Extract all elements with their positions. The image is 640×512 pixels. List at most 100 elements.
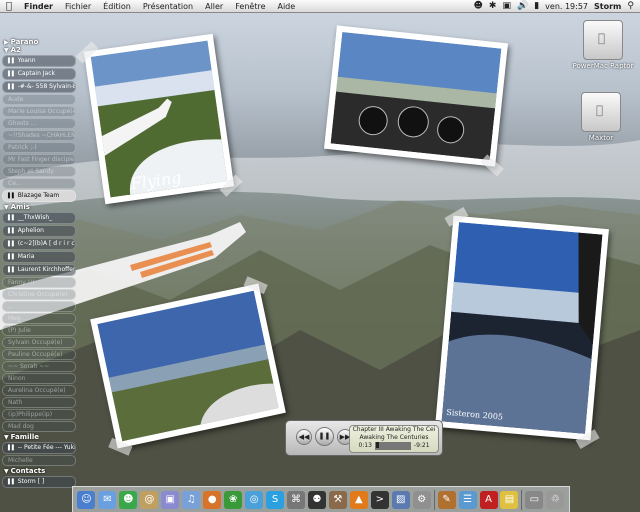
buddy-item[interactable]: ▌▌ -#-&- 558 Sylvain-B (2, 81, 76, 93)
disk-powermac-raptor[interactable]:  PowerMac Raptor (568, 20, 638, 70)
buddy-item[interactable]: ▌▌(c~2](b)A [ d r i r c [r]t] (2, 238, 76, 250)
menu-finder[interactable]: Finder (18, 2, 59, 11)
buddy-item[interactable]: Marie Louisa Occupé(e) (2, 106, 76, 117)
ichat-status-icon[interactable]: ☻ (474, 1, 483, 11)
buddy-group-header[interactable]: ▶ Parano (2, 38, 76, 46)
buddy-name: (c~2](b)A [ d r i r c [r]t] (17, 240, 75, 247)
display-icon[interactable]: ▣ (502, 1, 511, 11)
network-icon[interactable]: ⌘ (287, 490, 305, 509)
menu-presentation[interactable]: Présentation (137, 2, 199, 11)
stickies-icon[interactable]: ▤ (500, 490, 519, 509)
menu-fichier[interactable]: Fichier (59, 2, 97, 11)
buddy-item[interactable]: ~!!Shades ~CHAHLEN (2, 130, 76, 141)
firefox-icon[interactable]: ● (203, 490, 222, 509)
tool-icon[interactable]: ⚒ (328, 490, 347, 509)
buddy-item[interactable]: ▌▌ Storm [ ] (2, 476, 76, 488)
buddy-group-name: Parano (10, 38, 39, 46)
mail-icon[interactable]: ✉ (98, 490, 117, 509)
buddy-item[interactable]: ▌▌ Laurent Kirchhoffer (2, 264, 76, 276)
buddy-item[interactable]: Mad dog (2, 421, 76, 432)
photo-sisteron[interactable]: Sisteron 2005 (435, 207, 609, 449)
buddy-item[interactable]: ▌▌ Maria (2, 251, 76, 263)
buddy-group-header[interactable]: ▼ Famille (2, 433, 76, 441)
terminal-icon[interactable]: > (370, 490, 389, 509)
photo-flying[interactable]: Flying (75, 33, 243, 205)
pause-button[interactable]: ❚❚ (315, 427, 334, 446)
menu-edition[interactable]: Édition (97, 2, 137, 11)
buddy-item[interactable]: Aude (2, 94, 76, 105)
disk-icon[interactable]: ▭ (525, 490, 544, 509)
graph-icon[interactable]: ☰ (458, 490, 477, 509)
finder-icon[interactable]: ☺ (77, 490, 96, 509)
volume-icon[interactable]: 🔊 (517, 1, 528, 11)
buddy-item[interactable]: ▌▌ __ThxWish_ (2, 212, 76, 224)
buddy-item[interactable]: Ghosts ... (2, 118, 76, 129)
buddy-item[interactable]: Meg ... (2, 313, 76, 324)
buddy-item[interactable]: ▌▌ Blazage Team (2, 190, 76, 202)
itunes-lcd: Chapter III Awaking The Cei Awaking The … (349, 425, 439, 453)
buddy-item[interactable]: Christine Occupé(e) (2, 289, 76, 300)
preview-icon[interactable]: ▣ (161, 490, 180, 509)
buddy-group-header[interactable]: ▼ Amis (2, 203, 76, 211)
buddy-name: (P) Julie (8, 327, 31, 334)
buddy-item[interactable]: Aurelina Occupé(e) (2, 385, 76, 396)
vlc-icon[interactable]: ▲ (349, 490, 368, 509)
menu-fenetre[interactable]: Fenêtre (229, 2, 271, 11)
buddy-item[interactable]: Pauline Occupé(e) (2, 349, 76, 360)
buddy-item[interactable]: ~~ Sorah ~~ (2, 361, 76, 372)
buddy-item[interactable]: Ce... (2, 178, 76, 189)
buddy-item[interactable]: Steph et Sandy (2, 166, 76, 177)
buddy-item[interactable]: (ip)Philippe(ip) (2, 409, 76, 420)
apple-menu-icon[interactable]:  (0, 1, 18, 12)
menu-extras: ☻ ✱ ▣ 🔊 ▮ ven. 19:57 Storm ⚲ (474, 1, 640, 11)
itunes-progress-bar[interactable] (374, 442, 411, 450)
adium-icon[interactable]: ❀ (224, 490, 243, 509)
buddy-item[interactable]: ▌▌ Aphelion (2, 225, 76, 237)
acrobat-icon[interactable]: A (479, 490, 498, 509)
disk-maxtor[interactable]:  Maxtor (566, 92, 636, 142)
script-icon[interactable]: ✎ (437, 490, 456, 509)
buddy-item[interactable]: ▌▌ Captain Jack (2, 68, 76, 80)
previous-track-button[interactable]: ◀◀ (296, 429, 312, 445)
tux-icon[interactable]: ⚉ (307, 490, 326, 509)
buddy-name: Aurelina Occupé(e) (8, 387, 66, 394)
menu-clock[interactable]: ven. 19:57 (545, 2, 588, 11)
buddy-item[interactable]: Nath (2, 397, 76, 408)
buddy-group-header[interactable]: ▼ A2 (2, 46, 76, 54)
itunes-icon[interactable]: ♫ (182, 490, 201, 509)
itunes-progress-knob[interactable] (375, 442, 379, 448)
safari-icon[interactable]: ◎ (245, 490, 264, 509)
trash-icon[interactable]: ♲ (546, 490, 565, 509)
disclosure-triangle-icon[interactable]: ▼ (4, 434, 9, 441)
menu-user[interactable]: Storm (594, 2, 621, 11)
photo-icon[interactable]: ▨ (391, 490, 410, 509)
automator-icon[interactable]: ⚙ (412, 490, 431, 509)
bluetooth-icon[interactable]: ✱ (489, 1, 497, 11)
addressbook-icon[interactable]: @ (140, 490, 159, 509)
disclosure-triangle-icon[interactable]: ▼ (4, 204, 9, 211)
skype-icon[interactable]: S (266, 490, 285, 509)
buddy-item[interactable]: Ninon (2, 373, 76, 384)
buddy-group-header[interactable]: ▼ Contacts (2, 467, 76, 475)
buddy-item[interactable]: (P) Julie (2, 325, 76, 336)
buddy-name: Pauline Occupé(e) (8, 351, 63, 358)
buddy-item[interactable]: ▌▌ -- Petite Fée --- Yuki (2, 442, 76, 454)
battery-icon[interactable]: ▮ (534, 1, 539, 11)
buddy-name: Marie Louisa Occupé(e) (8, 108, 76, 115)
buddy-item[interactable]: Fanny !!! (2, 277, 76, 288)
disclosure-triangle-icon[interactable]: ▼ (4, 468, 9, 475)
disclosure-triangle-icon[interactable]: ▼ (4, 47, 9, 54)
spotlight-icon[interactable]: ⚲ (627, 1, 634, 11)
buddy-item[interactable]: Patrick ;-) (2, 142, 76, 153)
ichat-icon[interactable]: ☻ (119, 490, 138, 509)
disclosure-triangle-icon[interactable]: ▶ (4, 39, 9, 46)
buddy-item[interactable]: ▌▌ Yoann (2, 55, 76, 67)
buddy-name: Ninon (8, 375, 26, 382)
photo-cockpit[interactable] (323, 25, 509, 177)
buddy-item[interactable]: Sylvain Occupé(e) (2, 337, 76, 348)
buddy-item[interactable]: Mr Fast Finger disciple (2, 154, 76, 165)
menu-aide[interactable]: Aide (271, 2, 301, 11)
menu-aller[interactable]: Aller (199, 2, 229, 11)
buddy-item[interactable]: ... (2, 301, 76, 312)
buddy-item[interactable]: Michelle (2, 455, 76, 466)
